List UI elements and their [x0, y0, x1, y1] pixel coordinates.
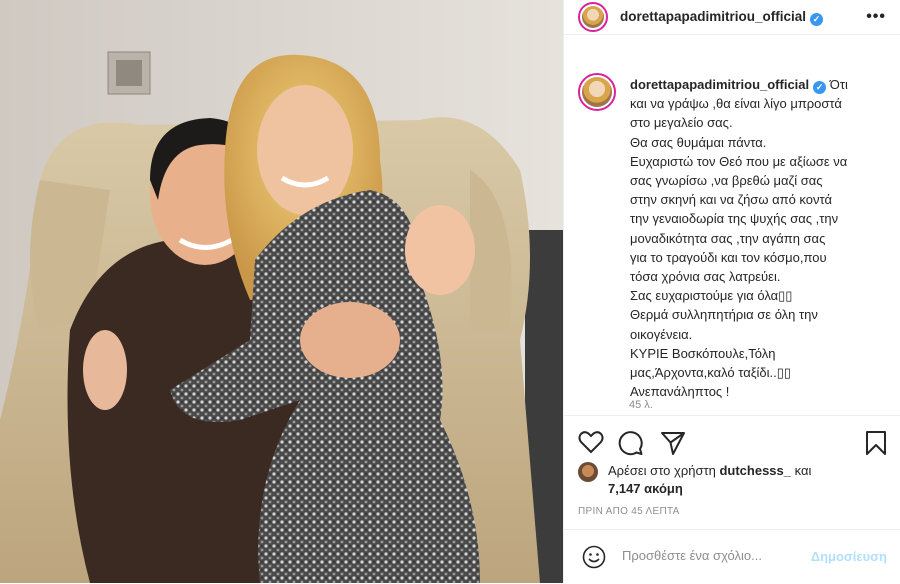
caption-avatar[interactable] [578, 73, 616, 111]
liker-username[interactable]: dutchesss_ [719, 463, 791, 478]
heart-icon[interactable] [578, 430, 604, 454]
verified-badge-icon: ✓ [813, 81, 827, 94]
likes-count[interactable]: 7,147 ακόμη [608, 481, 683, 496]
caption-line: οικογένεια. [630, 326, 693, 342]
bookmark-icon[interactable] [865, 430, 887, 456]
post-timestamp[interactable]: ΠΡΙΝ ΑΠΟ 45 ΛΕΠΤΑ [578, 506, 680, 517]
comment-bar: Δημοσίευση [564, 529, 900, 584]
caption-line: Θερμά συλληπητήρια σε όλη την [630, 307, 818, 323]
share-icon[interactable] [660, 430, 686, 456]
comment-input[interactable] [622, 544, 802, 567]
caption-line: Ανεπανάληπτος ! [630, 384, 730, 400]
verified-badge-icon: ✓ [810, 12, 824, 26]
caption-line: τόσα χρόνια σας λατρεύει. [630, 269, 781, 285]
caption-text: dorettapapadimitriou_official ✓ Ότι και ν… [630, 75, 892, 401]
caption-username[interactable]: dorettapapadimitriou_official [630, 77, 809, 92]
comment-icon[interactable] [618, 430, 644, 456]
caption-line: στο μεγαλείο σας. [630, 115, 733, 131]
caption-line: σας γνωρίσω ,να βρεθώ μαζί σας [630, 173, 823, 189]
caption-line: για το τραγούδι και τον κόσμο,που [630, 249, 827, 265]
emoji-icon[interactable] [582, 545, 606, 569]
post-details-panel: dorettapapadimitriou_official ✓ ••• doret… [563, 0, 900, 583]
caption-time[interactable]: 45 λ. [629, 399, 653, 411]
caption-line: μας,Άρχοντα,καλό ταξίδι..▯▯ [630, 365, 792, 381]
likes-and: και [794, 463, 812, 478]
caption-line: Ευχαριστώ τον Θεό που με αξίωσε να [630, 153, 848, 169]
caption-line: Ότι [829, 77, 848, 92]
caption-line: Θα σας θυμάμαι πάντα. [630, 134, 767, 150]
more-options-icon[interactable]: ••• [866, 8, 886, 26]
caption-line: την γεναιοδωρία της ψυχής σας ,την [630, 211, 839, 227]
caption-line: ΚΥΡΙΕ Βοσκόπουλε,Τόλη [630, 345, 776, 361]
header-username[interactable]: dorettapapadimitriou_official ✓ [620, 9, 824, 26]
caption-line: στην σκηνή και να ζήσω από κοντά [630, 192, 832, 208]
avatar[interactable] [578, 2, 608, 32]
post-image [0, 0, 563, 583]
action-bar [564, 415, 900, 466]
caption-line: και να γράψω ,θα είναι λίγο μπροστά [630, 96, 842, 112]
post-comment-button[interactable]: Δημοσίευση [811, 549, 887, 564]
caption-line: Σας ευχαριστούμε για όλα▯▯ [630, 288, 793, 304]
liker-avatar[interactable] [578, 462, 598, 482]
caption-line: μοναδικότητα σας ,την αγάπη σας [630, 230, 826, 246]
post-photo[interactable] [0, 0, 563, 583]
likes-prefix: Αρέσει στο χρήστη [608, 463, 716, 478]
post-header: dorettapapadimitriou_official ✓ ••• [564, 0, 900, 35]
